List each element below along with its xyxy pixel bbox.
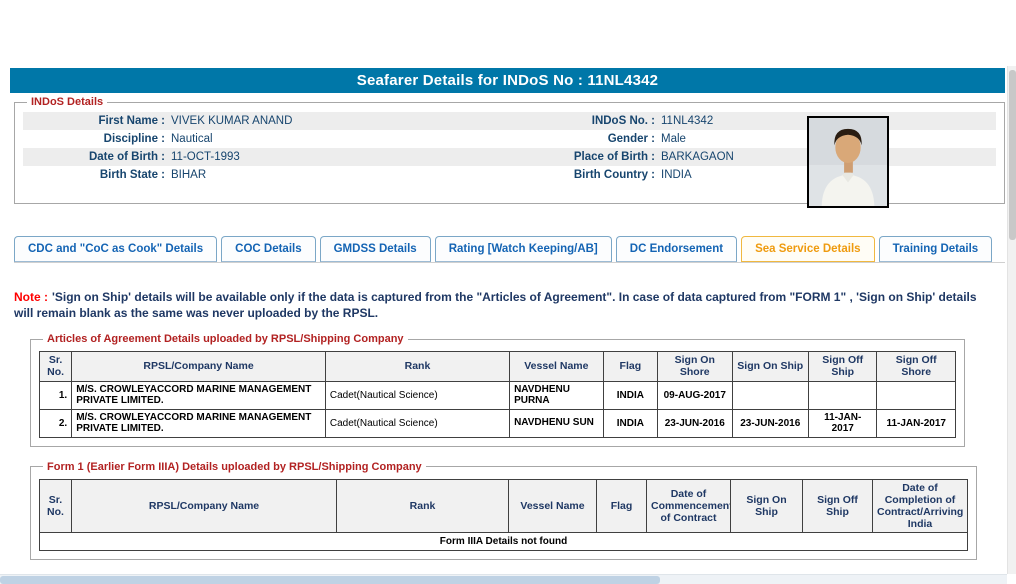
cell-sign-off-shore: 11-JAN-2017 (876, 408, 956, 438)
cell-rank: Cadet(Nautical Science) (324, 380, 511, 410)
cell-sign-off-ship (807, 380, 878, 410)
table-row: 2. M/S. CROWLEYACCORD MARINE MANAGEMENT … (38, 408, 956, 438)
col-sr-no: Sr. No. (39, 478, 72, 533)
vertical-scrollbar[interactable] (1007, 66, 1016, 574)
note-text: Note : 'Sign on Ship' details will be ava… (14, 289, 993, 321)
discipline-value: Nautical (171, 133, 213, 145)
col-date-of-completion: Date of Completion of Contract/Arriving … (872, 478, 968, 533)
seafarer-photo (807, 116, 889, 208)
col-rpsl-company-name: RPSL/Company Name (71, 351, 326, 382)
birth-state-label: Birth State : (99, 169, 165, 181)
indos-details-legend: INDoS Details (31, 96, 104, 108)
col-sign-on-ship: Sign On Ship (730, 478, 803, 533)
note-body: 'Sign on Ship' details will be available… (14, 290, 977, 321)
cell-sign-on-shore: 09-AUG-2017 (657, 380, 733, 410)
table-row: 1. M/S. CROWLEYACCORD MARINE MANAGEMENT … (38, 380, 956, 410)
birth-state-value: BIHAR (171, 169, 207, 181)
cell-rank: Cadet(Nautical Science) (324, 408, 511, 438)
cell-flag: INDIA (602, 380, 659, 410)
seafarer-details-page: Seafarer Details for INDoS No : 11NL4342… (0, 0, 1007, 574)
cell-flag: INDIA (602, 408, 659, 438)
cell-sign-on-shore: 23-JUN-2016 (657, 408, 733, 438)
page-title: Seafarer Details for INDoS No : 11NL4342 (10, 68, 1005, 93)
form1-header-row: Sr. No. RPSL/Company Name Rank Vessel Na… (39, 478, 968, 533)
date-of-birth-value: 11-OCT-1993 (171, 151, 240, 163)
col-rpsl-company-name: RPSL/Company Name (71, 478, 337, 533)
form1-section: Form 1 (Earlier Form IIIA) Details uploa… (30, 460, 977, 560)
discipline-label: Discipline : (103, 133, 165, 145)
birth-country-label: Birth Country : (573, 169, 655, 181)
cell-sign-on-ship (731, 380, 809, 410)
col-sr-no: Sr. No. (38, 351, 73, 382)
col-rank: Rank (336, 478, 509, 533)
cell-sign-off-shore (876, 380, 956, 410)
gender-label: Gender : (607, 133, 655, 145)
col-sign-off-shore: Sign Off Shore (876, 351, 956, 382)
table-row-empty: Form IIIA Details not found (39, 531, 968, 551)
cell-vessel: NAVDHENU SUN (509, 408, 604, 438)
cell-sr-no: 1. (38, 380, 73, 410)
col-vessel-name: Vessel Name (508, 478, 597, 533)
articles-of-agreement-section: Articles of Agreement Details uploaded b… (30, 333, 965, 447)
form1-table: Sr. No. RPSL/Company Name Rank Vessel Na… (39, 478, 968, 551)
cell-sign-on-ship: 23-JUN-2016 (731, 408, 809, 438)
col-sign-on-shore: Sign On Shore (657, 351, 733, 382)
articles-legend: Articles of Agreement Details uploaded b… (47, 333, 404, 346)
first-name-value: VIVEK KUMAR ANAND (171, 115, 293, 127)
place-of-birth-label: Place of Birth : (573, 151, 655, 163)
cell-vessel: NAVDHENU PURNA (509, 380, 604, 410)
col-sign-off-ship: Sign Off Ship (802, 478, 873, 533)
tab-rating-watch-keeping-ab[interactable]: Rating [Watch Keeping/AB] (434, 236, 612, 262)
tab-cdc-coc-cook-details[interactable]: CDC and "CoC as Cook" Details (14, 236, 218, 262)
col-sign-off-ship: Sign Off Ship (807, 351, 878, 382)
col-date-of-commencement: Date of Commencement of Contract (646, 478, 731, 533)
first-name-label: First Name : (98, 115, 165, 127)
tab-dc-endorsement[interactable]: DC Endorsement (615, 236, 738, 262)
horizontal-scrollbar[interactable] (0, 574, 1007, 584)
indos-details-section: INDoS Details First Name : VIVEK KUMAR A… (14, 96, 1005, 208)
articles-header-row: Sr. No. RPSL/Company Name Rank Vessel Na… (38, 351, 956, 382)
tab-sea-service-details[interactable]: Sea Service Details (741, 236, 875, 262)
col-flag: Flag (596, 478, 647, 533)
tab-bar: CDC and "CoC as Cook" Details COC Detail… (14, 236, 1005, 263)
indos-no-label: INDoS No. : (591, 115, 655, 127)
form1-legend: Form 1 (Earlier Form IIIA) Details uploa… (47, 460, 422, 473)
col-sign-on-ship: Sign On Ship (731, 351, 809, 382)
horizontal-scrollbar-thumb[interactable] (0, 576, 660, 584)
col-vessel-name: Vessel Name (509, 351, 604, 382)
cell-company: M/S. CROWLEYACCORD MARINE MANAGEMENT PRI… (71, 408, 326, 438)
tab-training-details[interactable]: Training Details (878, 236, 993, 262)
articles-table: Sr. No. RPSL/Company Name Rank Vessel Na… (38, 351, 956, 438)
note-label: Note : (14, 290, 48, 304)
cell-sign-off-ship: 11-JAN-2017 (807, 408, 878, 438)
cell-company: M/S. CROWLEYACCORD MARINE MANAGEMENT PRI… (71, 380, 326, 410)
cell-sr-no: 2. (38, 408, 73, 438)
date-of-birth-label: Date of Birth : (88, 151, 165, 163)
empty-message: Form IIIA Details not found (39, 531, 968, 551)
col-flag: Flag (602, 351, 659, 382)
tab-gmdss-details[interactable]: GMDSS Details (319, 236, 431, 262)
tab-coc-details[interactable]: COC Details (221, 236, 316, 262)
col-rank: Rank (324, 351, 511, 382)
vertical-scrollbar-thumb[interactable] (1009, 70, 1016, 240)
